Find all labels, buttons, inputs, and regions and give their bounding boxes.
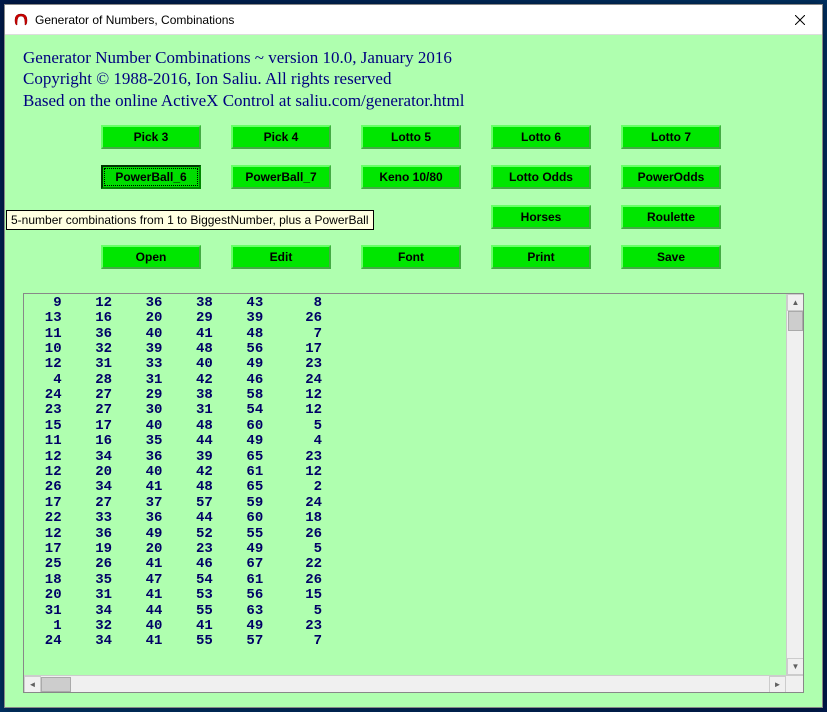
roulette-button[interactable]: Roulette xyxy=(621,205,721,229)
print-button[interactable]: Print xyxy=(491,245,591,269)
horizontal-scroll-thumb[interactable] xyxy=(41,677,71,692)
pick-3-button[interactable]: Pick 3 xyxy=(101,125,201,149)
lotto-6-button[interactable]: Lotto 6 xyxy=(491,125,591,149)
spacer xyxy=(361,205,461,229)
lotto-7-button[interactable]: Lotto 7 xyxy=(621,125,721,149)
vertical-scrollbar[interactable]: ▲ ▼ xyxy=(786,294,803,675)
header-line-2: Copyright © 1988-2016, Ion Saliu. All ri… xyxy=(23,68,804,89)
horizontal-scrollbar[interactable]: ◄ ► xyxy=(24,675,803,692)
font-button[interactable]: Font xyxy=(361,245,461,269)
close-button[interactable] xyxy=(777,5,822,35)
button-row-1: Pick 3 Pick 4 Lotto 5 Lotto 6 Lotto 7 xyxy=(101,125,804,149)
horses-button[interactable]: Horses xyxy=(491,205,591,229)
tooltip: 5-number combinations from 1 to BiggestN… xyxy=(6,210,374,230)
output-inner: 9 12 36 38 43 8 13 16 20 29 39 26 11 36 … xyxy=(24,294,803,675)
powerball-6-button[interactable]: PowerBall_6 xyxy=(101,165,201,189)
vertical-scroll-thumb[interactable] xyxy=(788,311,803,331)
app-window: Generator of Numbers, Combinations Gener… xyxy=(4,4,823,708)
content-area: Generator Number Combinations ~ version … xyxy=(5,35,822,707)
titlebar: Generator of Numbers, Combinations xyxy=(5,5,822,35)
scroll-left-arrow[interactable]: ◄ xyxy=(24,676,41,693)
edit-button[interactable]: Edit xyxy=(231,245,331,269)
button-panel: Pick 3 Pick 4 Lotto 5 Lotto 6 Lotto 7 Po… xyxy=(101,125,804,285)
header-text: Generator Number Combinations ~ version … xyxy=(23,47,804,111)
scrollbar-corner xyxy=(786,676,803,693)
output-text[interactable]: 9 12 36 38 43 8 13 16 20 29 39 26 11 36 … xyxy=(24,294,786,675)
save-button[interactable]: Save xyxy=(621,245,721,269)
powerodds-button[interactable]: PowerOdds xyxy=(621,165,721,189)
button-row-2: PowerBall_6 PowerBall_7 Keno 10/80 Lotto… xyxy=(101,165,804,189)
horseshoe-icon xyxy=(13,12,29,28)
open-button[interactable]: Open xyxy=(101,245,201,269)
button-row-4: Open Edit Font Print Save xyxy=(101,245,804,269)
output-panel: 9 12 36 38 43 8 13 16 20 29 39 26 11 36 … xyxy=(23,293,804,693)
lotto-5-button[interactable]: Lotto 5 xyxy=(361,125,461,149)
scroll-right-arrow[interactable]: ► xyxy=(769,676,786,693)
keno-10-80-button[interactable]: Keno 10/80 xyxy=(361,165,461,189)
powerball-7-button[interactable]: PowerBall_7 xyxy=(231,165,331,189)
lotto-odds-button[interactable]: Lotto Odds xyxy=(491,165,591,189)
window-title: Generator of Numbers, Combinations xyxy=(35,13,777,27)
scroll-up-arrow[interactable]: ▲ xyxy=(787,294,803,311)
header-line-3: Based on the online ActiveX Control at s… xyxy=(23,90,804,111)
scroll-down-arrow[interactable]: ▼ xyxy=(787,658,803,675)
header-line-1: Generator Number Combinations ~ version … xyxy=(23,47,804,68)
pick-4-button[interactable]: Pick 4 xyxy=(231,125,331,149)
